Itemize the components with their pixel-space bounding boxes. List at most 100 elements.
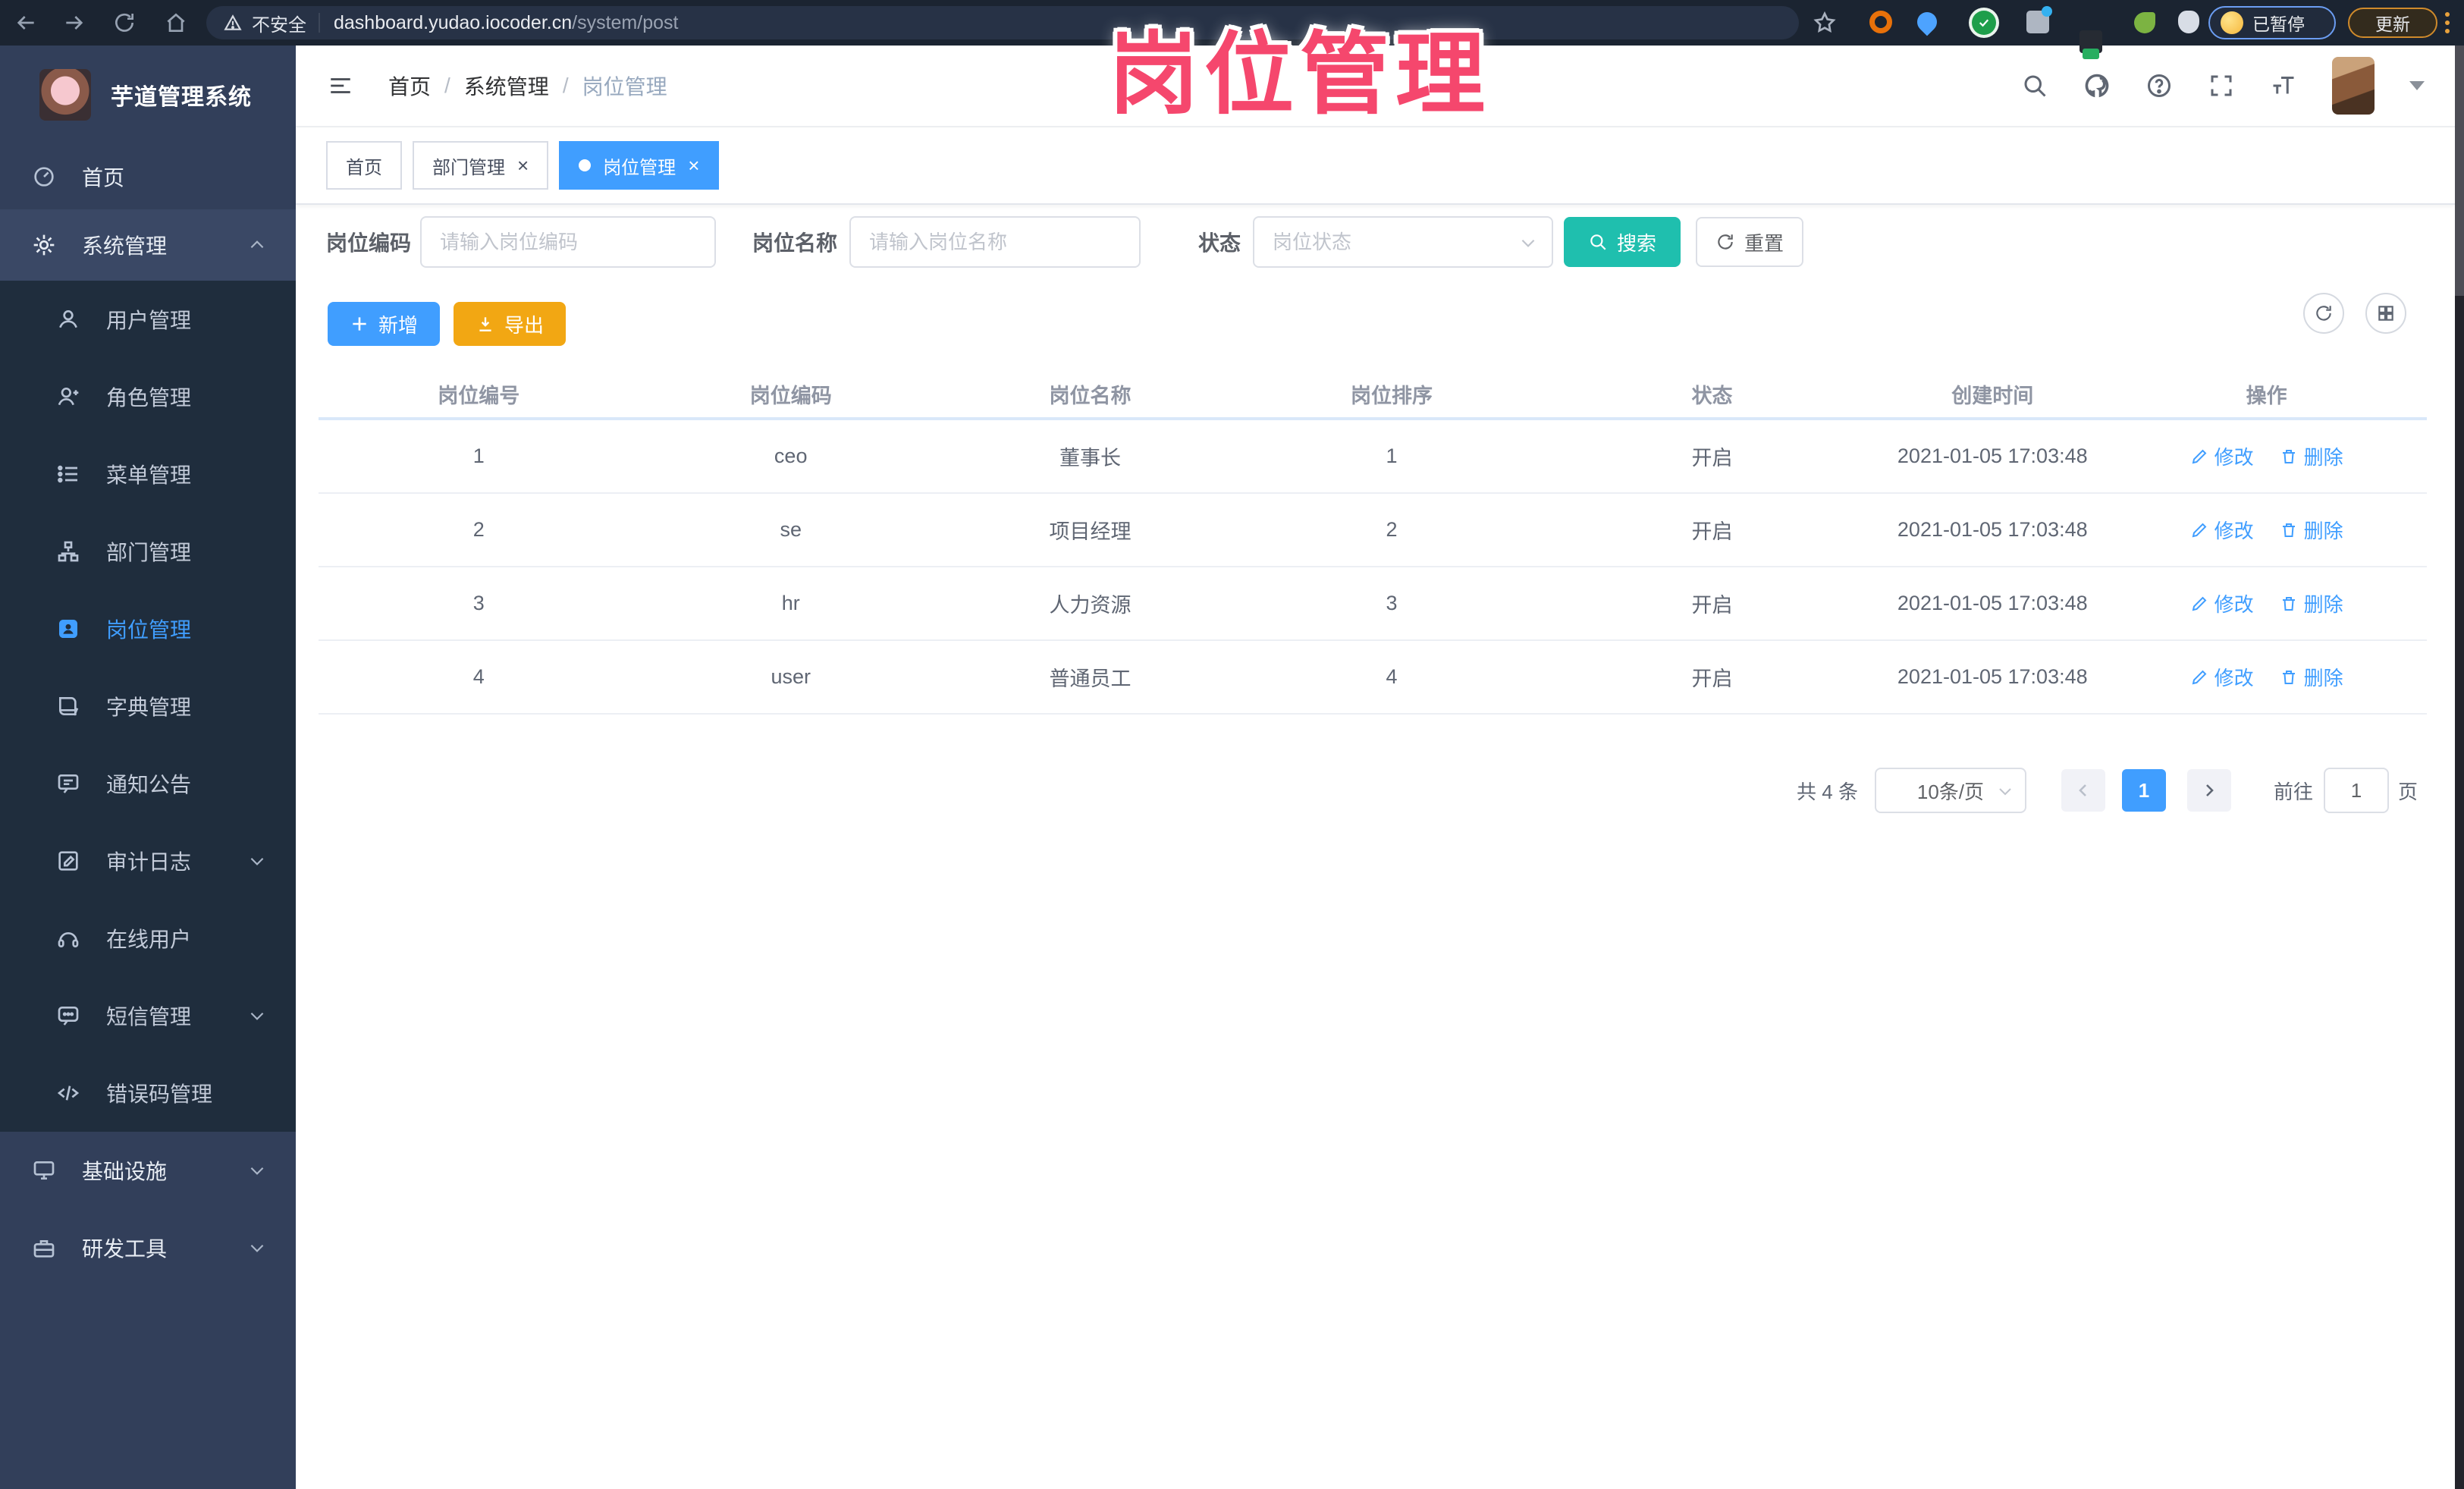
extension-sprout-icon[interactable]: [2134, 12, 2155, 33]
tab-home[interactable]: 首页: [326, 141, 402, 190]
cell-created-time: 2021-01-05 17:03:48: [1897, 592, 2088, 614]
cell-post-name: 董事长: [1059, 447, 1121, 470]
sidebar-item-users[interactable]: 用户管理: [0, 281, 296, 358]
sidebar-item-roles[interactable]: 角色管理: [0, 358, 296, 435]
sidebar-item-home[interactable]: 首页: [0, 144, 296, 209]
cell-post-id: 4: [472, 665, 485, 688]
status-select[interactable]: [1253, 216, 1554, 268]
sidebar-item-sms[interactable]: 短信管理: [0, 977, 296, 1054]
tab-label: 首页: [346, 157, 382, 178]
url-path[interactable]: /system/post: [572, 12, 678, 34]
font-size-icon[interactable]: [2270, 72, 2297, 99]
home-icon[interactable]: [164, 11, 188, 35]
cell-actions: 修改 删除: [2106, 663, 2427, 691]
sidebar-item-dict[interactable]: 字典管理: [0, 668, 296, 745]
goto-page-input[interactable]: [2323, 768, 2389, 813]
add-button[interactable]: 新增: [328, 302, 440, 346]
status-select-input[interactable]: [1253, 216, 1554, 268]
headset-icon: [58, 932, 79, 947]
sidebar-item-depts[interactable]: 部门管理: [0, 513, 296, 590]
column-settings-button[interactable]: [2365, 293, 2406, 334]
delete-link[interactable]: 删除: [2280, 516, 2343, 544]
close-icon[interactable]: ×: [517, 155, 529, 175]
filter-form: 岗位编码 岗位名称 状态 搜索 重置: [326, 215, 2455, 269]
extension-figure-icon[interactable]: [2178, 11, 2199, 33]
breadcrumb-home[interactable]: 首页: [388, 71, 431, 101]
sidebar-item-label: 基础设施: [82, 1160, 168, 1183]
cell-created-time: 2021-01-05 17:03:48: [1897, 518, 2088, 541]
sidebar-item-error-codes[interactable]: 错误码管理: [0, 1054, 296, 1132]
extension-dark-icon[interactable]: [2079, 30, 2102, 59]
current-page-button[interactable]: 1: [2121, 769, 2166, 812]
browser-update-button[interactable]: 更新: [2348, 8, 2437, 38]
column-header: 岗位编码: [749, 384, 832, 407]
pencil-icon: [2192, 449, 2207, 463]
security-label[interactable]: 不安全: [252, 10, 306, 36]
app-logo-row[interactable]: 芋道管理系统: [0, 46, 296, 144]
breadcrumb-system[interactable]: 系统管理: [464, 71, 549, 101]
sidebar-item-label: 角色管理: [106, 386, 192, 410]
extension-check-icon[interactable]: [1972, 11, 1996, 35]
app-logo: [39, 69, 91, 121]
address-bar[interactable]: 不安全 dashboard.yudao.iocoder.cn /system/p…: [206, 6, 1799, 39]
role-icon: [58, 387, 79, 406]
avatar[interactable]: [2332, 57, 2375, 115]
page-size-select[interactable]: 10条/页: [1874, 768, 2026, 813]
post-code-input[interactable]: [420, 216, 717, 268]
sidebar-item-online-users[interactable]: 在线用户: [0, 900, 296, 977]
prev-page-button[interactable]: [2061, 769, 2105, 812]
extension-sliders-icon[interactable]: [2026, 6, 2052, 33]
search-icon[interactable]: [2021, 72, 2048, 99]
tab-post[interactable]: 岗位管理 ×: [559, 141, 720, 190]
tab-dept[interactable]: 部门管理 ×: [413, 141, 549, 190]
next-page-button[interactable]: [2186, 769, 2231, 812]
sidebar-item-label: 菜单管理: [106, 463, 192, 487]
sidebar-item-audit-log[interactable]: 审计日志: [0, 822, 296, 900]
sidebar-item-label: 通知公告: [106, 773, 192, 796]
edit-link[interactable]: 修改: [2190, 516, 2254, 544]
edit-link[interactable]: 修改: [2190, 442, 2254, 470]
sidebar-item-label: 在线用户: [106, 928, 192, 951]
star-icon[interactable]: [1813, 11, 1837, 35]
delete-link[interactable]: 删除: [2280, 442, 2343, 470]
reload-icon[interactable]: [112, 11, 137, 35]
sidebar-item-notice[interactable]: 通知公告: [0, 745, 296, 822]
delete-link[interactable]: 删除: [2280, 589, 2343, 617]
fullscreen-icon[interactable]: [2208, 72, 2235, 99]
refresh-table-button[interactable]: [2303, 293, 2344, 334]
edit-link[interactable]: 修改: [2190, 589, 2254, 617]
caret-down-icon[interactable]: [2409, 81, 2425, 90]
search-button[interactable]: 搜索: [1564, 217, 1681, 267]
omnibox-divider: [319, 13, 320, 33]
extension-orange-icon[interactable]: [1869, 11, 1892, 33]
sidebar-item-infra[interactable]: 基础设施: [0, 1132, 296, 1209]
forward-icon[interactable]: [62, 11, 86, 35]
cell-actions: 修改 删除: [2106, 516, 2427, 544]
scrollbar[interactable]: [2455, 46, 2464, 1489]
kebab-menu-icon[interactable]: [2445, 12, 2450, 33]
refresh-icon: [1718, 234, 1733, 250]
help-icon[interactable]: [2145, 72, 2173, 99]
post-name-input[interactable]: [849, 216, 1141, 268]
sidebar-item-menus[interactable]: 菜单管理: [0, 435, 296, 513]
paused-extension-badge[interactable]: 已暂停: [2208, 6, 2336, 39]
cell-post-code: ceo: [774, 445, 808, 467]
edit-link[interactable]: 修改: [2190, 663, 2254, 691]
delete-link[interactable]: 删除: [2280, 663, 2343, 691]
column-header: 岗位名称: [1049, 384, 1132, 407]
hamburger-icon[interactable]: [326, 73, 355, 99]
sidebar-item-devtools[interactable]: 研发工具: [0, 1209, 296, 1286]
search-button-label: 搜索: [1617, 231, 1657, 255]
github-icon[interactable]: [2083, 72, 2111, 99]
url-domain[interactable]: dashboard.yudao.iocoder.cn: [334, 12, 572, 34]
scrollbar-thumb[interactable]: [2455, 46, 2464, 296]
close-icon[interactable]: ×: [688, 155, 699, 175]
dictionary-icon: [59, 697, 79, 716]
extension-pin-icon[interactable]: [1913, 8, 1941, 36]
export-button[interactable]: 导出: [454, 302, 566, 346]
reset-button[interactable]: 重置: [1696, 217, 1804, 267]
back-icon[interactable]: [14, 11, 38, 35]
sidebar-item-posts[interactable]: 岗位管理: [0, 590, 296, 668]
sidebar-item-system[interactable]: 系统管理: [0, 209, 296, 281]
cell-post-sort: 3: [1386, 592, 1398, 614]
